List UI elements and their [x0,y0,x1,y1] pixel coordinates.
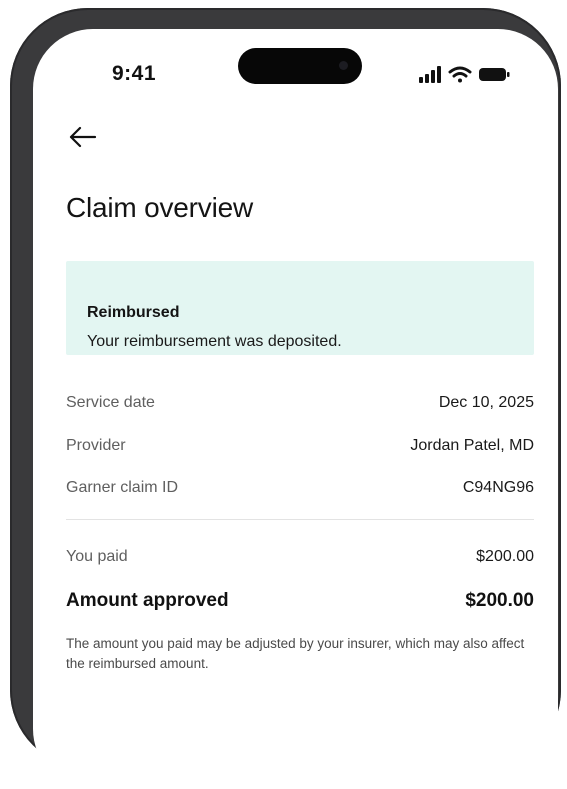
wifi-icon [448,66,472,83]
signal-icon [419,66,441,83]
battery-icon [479,68,510,81]
payment-row-approved: Amount approved $200.00 [66,590,534,614]
you-paid-label: You paid [66,548,128,565]
disclaimer-text: The amount you paid may be adjusted by y… [66,636,525,671]
detail-row-claim-id: Garner claim ID C94NG96 [66,479,534,503]
page-title: Claim overview [66,192,254,223]
status-banner: Reimbursed Your reimbursement was deposi… [66,261,534,355]
banner-title: Reimbursed [87,304,180,321]
status-icons [419,65,513,85]
divider [66,519,534,520]
amount-approved-label: Amount approved [66,590,229,611]
banner-message: Your reimbursement was deposited. [87,333,342,350]
detail-row-service-date: Service date Dec 10, 2025 [66,394,534,418]
detail-label: Service date [66,394,155,411]
phone-frame: 9:41 Claim overview Reimbursed Your reim… [10,8,561,789]
dynamic-island [238,48,362,84]
back-button[interactable] [67,125,107,155]
detail-value: Jordan Patel, MD [410,437,534,454]
detail-value: C94NG96 [462,479,534,496]
detail-label: Provider [66,437,126,454]
detail-value: Dec 10, 2025 [438,394,534,411]
camera-dot [339,61,348,70]
amount-approved-value: $200.00 [465,590,534,611]
arrow-left-icon [69,126,97,148]
detail-label: Garner claim ID [66,479,179,496]
status-time: 9:41 [112,62,157,85]
app-screen: 9:41 Claim overview Reimbursed Your reim… [33,29,558,789]
detail-row-provider: Provider Jordan Patel, MD [66,437,534,461]
you-paid-value: $200.00 [476,548,534,565]
payment-row-you-paid: You paid $200.00 [66,548,534,572]
